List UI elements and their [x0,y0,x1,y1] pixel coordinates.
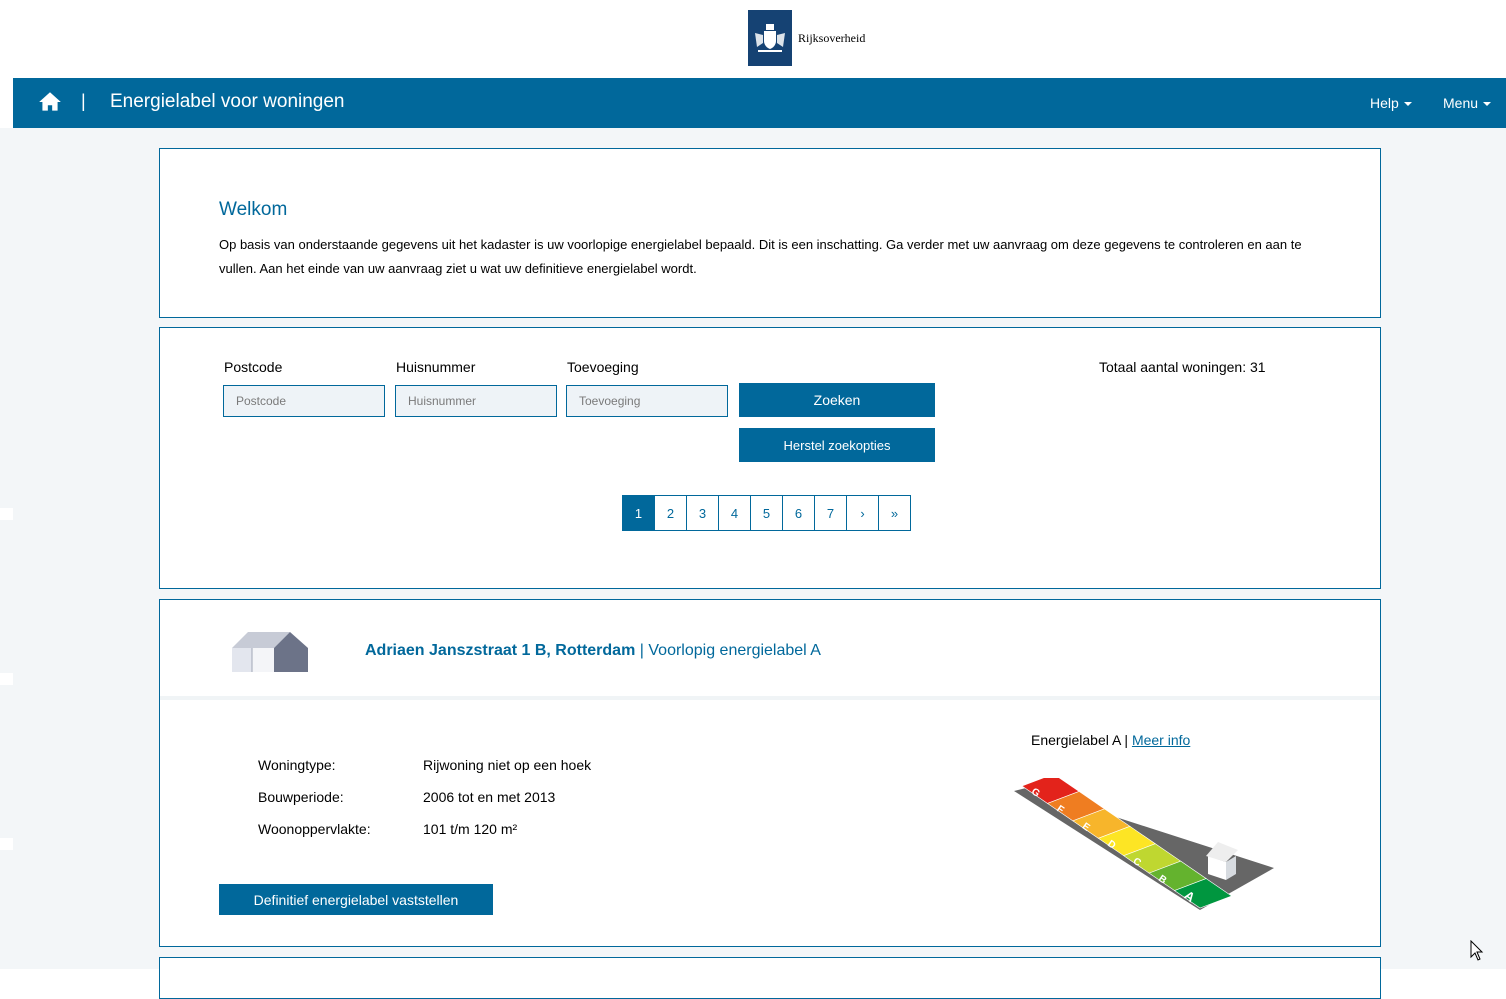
page-button-2[interactable]: 2 [654,495,687,531]
woonoppervlakte-label: Woonoppervlakte: [258,821,371,837]
result-heading: Adriaen Janszstraat 1 B, Rotterdam | Voo… [365,642,821,660]
total-count: Totaal aantal woningen: 31 [1099,359,1266,375]
main-content: Welkom Op basis van onderstaande gegeven… [13,128,1506,999]
home-icon[interactable] [37,89,63,115]
card-divider [160,696,1380,700]
search-panel: Postcode Huisnummer Toevoeging Zoeken He… [159,327,1381,589]
title-separator: | [81,91,86,111]
huisnummer-input[interactable] [395,385,557,417]
toevoeging-label: Toevoeging [567,359,639,375]
woningtype-label: Woningtype: [258,757,336,773]
result-label-text: Voorlopig energielabel A [648,642,821,659]
main-menu[interactable]: Menu [1443,95,1492,111]
toevoeging-input[interactable] [566,385,728,417]
edge-tick [0,673,13,685]
chevron-down-icon [1483,102,1492,107]
edge-tick [0,838,13,850]
woonoppervlakte-value: 101 t/m 120 m² [423,821,518,837]
more-info-link[interactable]: Meer info [1132,732,1190,748]
bouwperiode-label: Bouwperiode: [258,789,344,805]
org-name: Rijksoverheid [798,30,866,45]
page-button-5[interactable]: 5 [750,495,783,531]
definitive-label-button[interactable]: Definitief energielabel vaststellen [219,884,493,915]
page-button-1[interactable]: 1 [622,495,655,531]
huisnummer-label: Huisnummer [396,359,476,375]
energy-label-caption: Energielabel A | Meer info [1031,732,1190,748]
result-separator: | [639,642,644,659]
page-button-7[interactable]: 7 [814,495,847,531]
reset-search-button[interactable]: Herstel zoekopties [739,428,935,462]
welcome-panel: Welkom Op basis van onderstaande gegeven… [159,148,1381,318]
next-result-card [159,957,1381,999]
energy-label-caption-text: Energielabel A | [1031,732,1129,748]
page-button-6[interactable]: 6 [782,495,815,531]
page-button-3[interactable]: 3 [686,495,719,531]
main-navbar: | Energielabel voor woningen Help Menu [13,78,1506,128]
result-address[interactable]: Adriaen Janszstraat 1 B, Rotterdam [365,642,635,659]
rijksoverheid-logo-icon [748,10,792,66]
bouwperiode-value: 2006 tot en met 2013 [423,789,556,805]
postcode-input[interactable] [223,385,385,417]
mouse-cursor-icon [1470,940,1484,961]
search-button[interactable]: Zoeken [739,383,935,417]
pagination: 1 2 3 4 5 6 7 › » [622,495,911,531]
next-page-button[interactable]: › [846,495,879,531]
energy-label-graphic: GFEDCBA [1014,778,1274,910]
edge-tick [0,508,13,520]
result-card: Adriaen Janszstraat 1 B, Rotterdam | Voo… [159,599,1381,947]
help-menu[interactable]: Help [1370,95,1412,111]
chevron-down-icon [1403,102,1412,107]
postcode-label: Postcode [224,359,283,375]
welcome-title: Welkom [219,199,288,220]
page-button-4[interactable]: 4 [718,495,751,531]
left-edge-strip [0,128,13,969]
woningtype-value: Rijwoning niet op een hoek [423,757,592,773]
help-menu-label: Help [1370,95,1399,111]
app-title[interactable]: Energielabel voor woningen [110,91,345,113]
house-icon [232,632,308,672]
top-logo-bar: Rijksoverheid [0,0,1506,78]
welcome-text: Op basis van onderstaande gegevens uit h… [219,237,1302,276]
main-menu-label: Menu [1443,95,1479,111]
last-page-button[interactable]: » [878,495,911,531]
rijksoverheid-logo[interactable]: Rijksoverheid [748,10,865,66]
